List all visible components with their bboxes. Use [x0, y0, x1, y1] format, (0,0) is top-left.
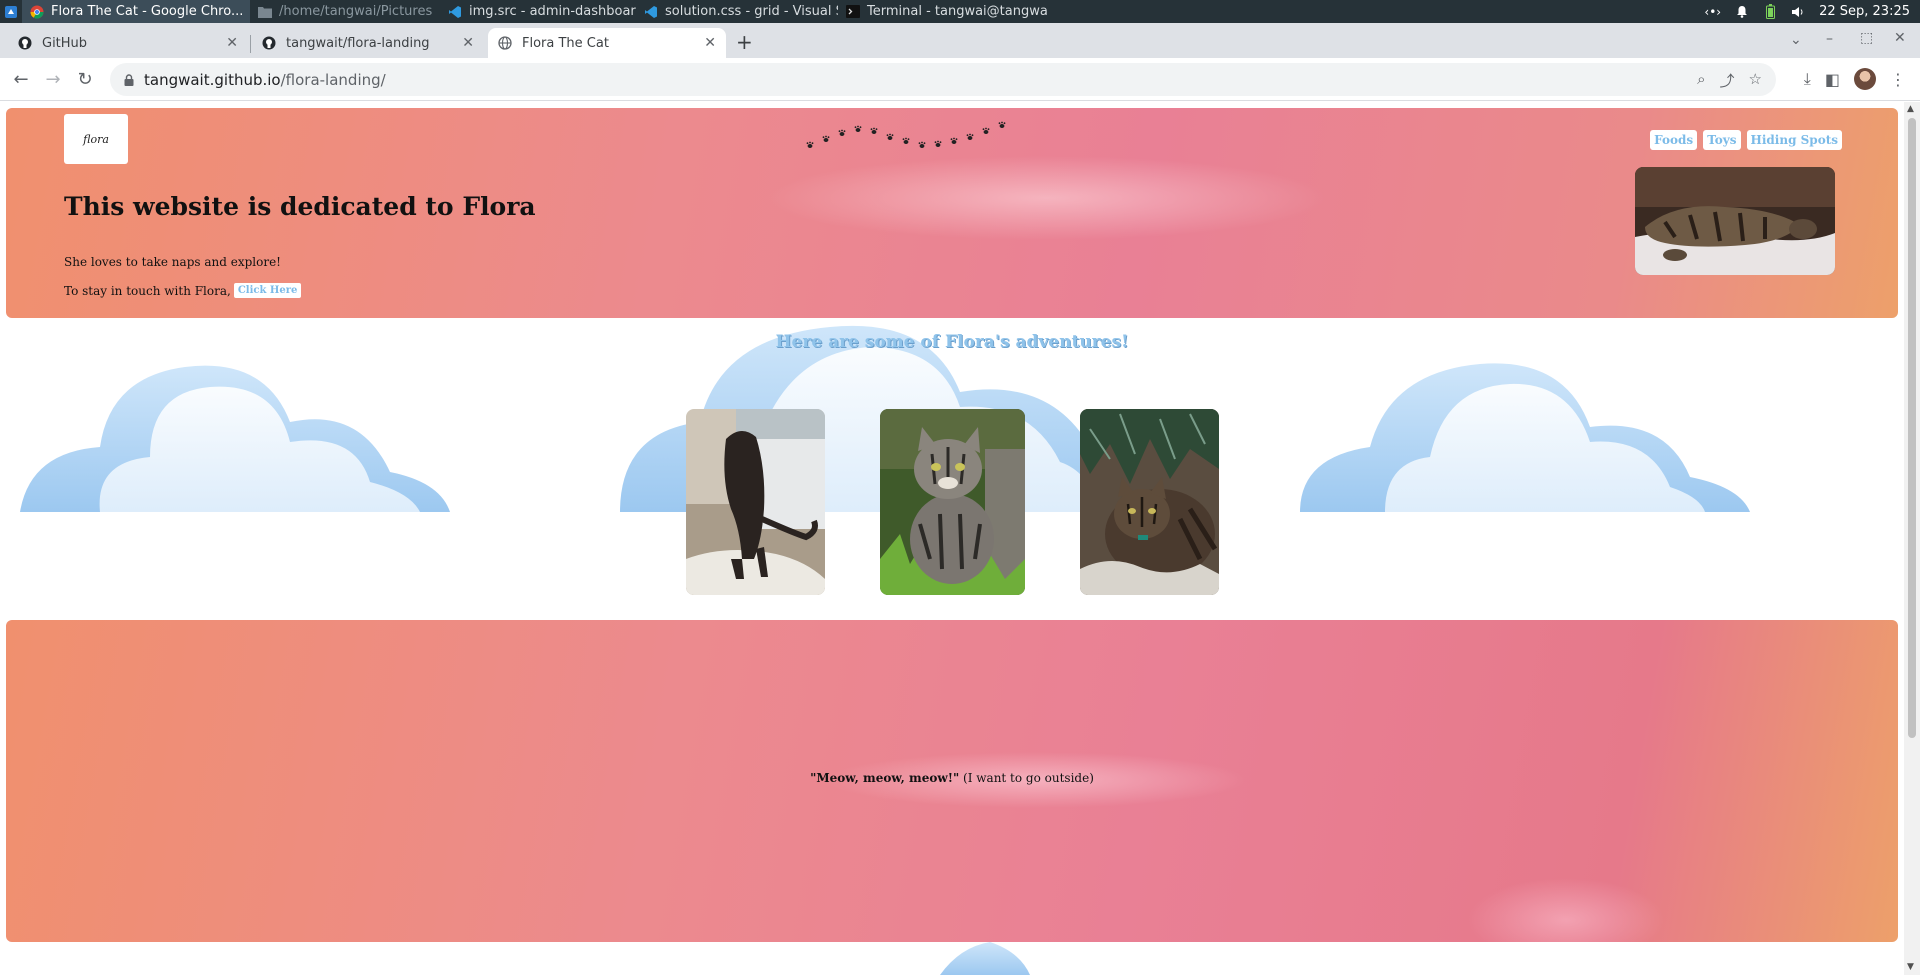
cloud-left [20, 365, 450, 512]
close-icon[interactable]: ✕ [462, 35, 474, 51]
tab-flora-the-cat[interactable]: Flora The Cat ✕ [488, 28, 726, 58]
nav-toys-button[interactable]: Toys [1703, 130, 1741, 150]
taskbar-window-vscode-1[interactable]: img.src - admin-dashboard -... [440, 0, 636, 23]
zoom-icon[interactable]: ⌕ [1697, 70, 1705, 91]
nav-hiding-spots-button[interactable]: Hiding Spots [1746, 130, 1842, 150]
paw-prints-decoration [806, 121, 1006, 148]
tab-flora-landing-repo[interactable]: tangwait/flora-landing ✕ [252, 28, 484, 58]
clock[interactable]: 22 Sep, 23:25 [1819, 4, 1910, 19]
cat-photo-standing [686, 409, 825, 595]
volume-icon[interactable] [1791, 5, 1805, 19]
cloud-right [1300, 363, 1750, 512]
taskbar-window-title: solution.css - grid - Visual St... [665, 4, 838, 19]
terminal-icon [846, 5, 860, 19]
quote-bold-text: "Meow, meow, meow!" [810, 771, 960, 785]
taskbar-window-title: img.src - admin-dashboard -... [469, 4, 636, 19]
vscode-icon [644, 5, 658, 19]
address-bar[interactable]: tangwait.github.io/flora-landing/ ⌕ ⤴ ☆ [110, 63, 1776, 96]
chrome-icon [30, 5, 44, 19]
maximize-icon[interactable]: ⬚ [1860, 30, 1873, 46]
back-arrow-icon[interactable]: ← [10, 68, 32, 90]
app-menu-icon[interactable] [0, 0, 22, 23]
tab-separator [250, 35, 251, 53]
github-icon [262, 36, 276, 50]
tab-search-chevron-down-icon[interactable]: ⌄ [1790, 32, 1802, 48]
share-icon[interactable]: ⤴ [1720, 70, 1735, 91]
page-scrollbar[interactable]: ▲ ▼ [1904, 102, 1920, 975]
reload-icon[interactable]: ↻ [74, 68, 96, 90]
quote-translation: (I want to go outside) [959, 771, 1094, 785]
logo-text: flora [83, 132, 109, 146]
battery-icon[interactable] [1763, 4, 1777, 19]
network-icon[interactable]: ‹•› [1704, 5, 1721, 19]
globe-icon [498, 36, 512, 50]
taskbar-window-title: /home/tangwai/Pictures [279, 4, 433, 19]
url-host: tangwait.github.io [144, 70, 281, 89]
notification-bell-icon[interactable] [1735, 5, 1749, 19]
bookmark-star-icon[interactable]: ☆ [1749, 70, 1762, 91]
hero-banner: flora Foods Toys Hiding Spots This websi… [6, 108, 1898, 318]
quote-section: "Meow, meow, meow!" (I want to go outsid… [6, 620, 1898, 942]
close-icon[interactable]: ✕ [704, 35, 716, 51]
cat-photo-under-tree [1080, 409, 1219, 595]
url-path: /flora-landing/ [280, 70, 386, 89]
logo[interactable]: flora [64, 114, 128, 164]
new-tab-button[interactable]: + [736, 30, 753, 54]
taskbar-window-terminal[interactable]: Terminal - tangwai@tangwai... [838, 0, 1048, 23]
vscode-icon [448, 5, 462, 19]
download-icon[interactable]: ⤓ [1804, 69, 1811, 89]
tab-title: tangwait/flora-landing [286, 35, 430, 51]
page-title: This website is dedicated to Flora [64, 192, 536, 221]
flora-quote: "Meow, meow, meow!" (I want to go outsid… [6, 771, 1898, 785]
browser-toolbar: ← → ↻ tangwait.github.io/flora-landing/ … [0, 58, 1920, 101]
lock-icon[interactable] [124, 73, 134, 86]
tab-title: GitHub [42, 35, 88, 51]
hero-contact-text: To stay in touch with Flora, [64, 283, 231, 298]
page-viewport: flora Foods Toys Hiding Spots This websi… [0, 102, 1904, 975]
close-icon[interactable]: ✕ [226, 35, 238, 51]
os-taskbar: Flora The Cat - Google Chro... /home/tan… [0, 0, 1920, 23]
side-panel-icon[interactable]: ◧ [1825, 70, 1840, 89]
scroll-down-arrow-icon[interactable]: ▼ [1907, 962, 1914, 972]
taskbar-window-vscode-2[interactable]: solution.css - grid - Visual St... [636, 0, 838, 23]
taskbar-window-title: Terminal - tangwai@tangwai... [867, 4, 1048, 19]
tab-title: Flora The Cat [522, 35, 609, 51]
minimize-icon[interactable]: – [1826, 31, 1833, 47]
taskbar-window-title: Flora The Cat - Google Chro... [51, 4, 244, 19]
forward-arrow-icon[interactable]: → [42, 68, 64, 90]
scroll-up-arrow-icon[interactable]: ▲ [1907, 104, 1914, 114]
cloud-bottom [940, 942, 1030, 975]
sleeping-cat-photo [1635, 167, 1835, 275]
folder-icon [258, 5, 272, 19]
window-close-icon[interactable]: ✕ [1894, 30, 1906, 46]
browser-tab-strip: GitHub ✕ tangwait/flora-landing ✕ Flora … [0, 23, 1920, 58]
click-here-button[interactable]: Click Here [233, 283, 302, 298]
adventures-heading: Here are some of Flora's adventures! [775, 332, 1129, 352]
nav-foods-button[interactable]: Foods [1650, 130, 1698, 150]
cat-photo-garden [880, 409, 1025, 595]
hero-contact-line: To stay in touch with Flora, Click Here [64, 283, 302, 298]
scrollbar-thumb[interactable] [1908, 118, 1916, 738]
taskbar-window-chrome[interactable]: Flora The Cat - Google Chro... [22, 0, 250, 23]
kebab-menu-icon[interactable]: ⋮ [1890, 70, 1906, 89]
hero-tagline: She loves to take naps and explore! [64, 255, 281, 269]
nav-links: Foods Toys Hiding Spots [1650, 130, 1842, 150]
profile-avatar[interactable] [1854, 68, 1876, 90]
tab-github[interactable]: GitHub ✕ [8, 28, 248, 58]
github-icon [18, 36, 32, 50]
taskbar-window-files[interactable]: /home/tangwai/Pictures [250, 0, 440, 23]
